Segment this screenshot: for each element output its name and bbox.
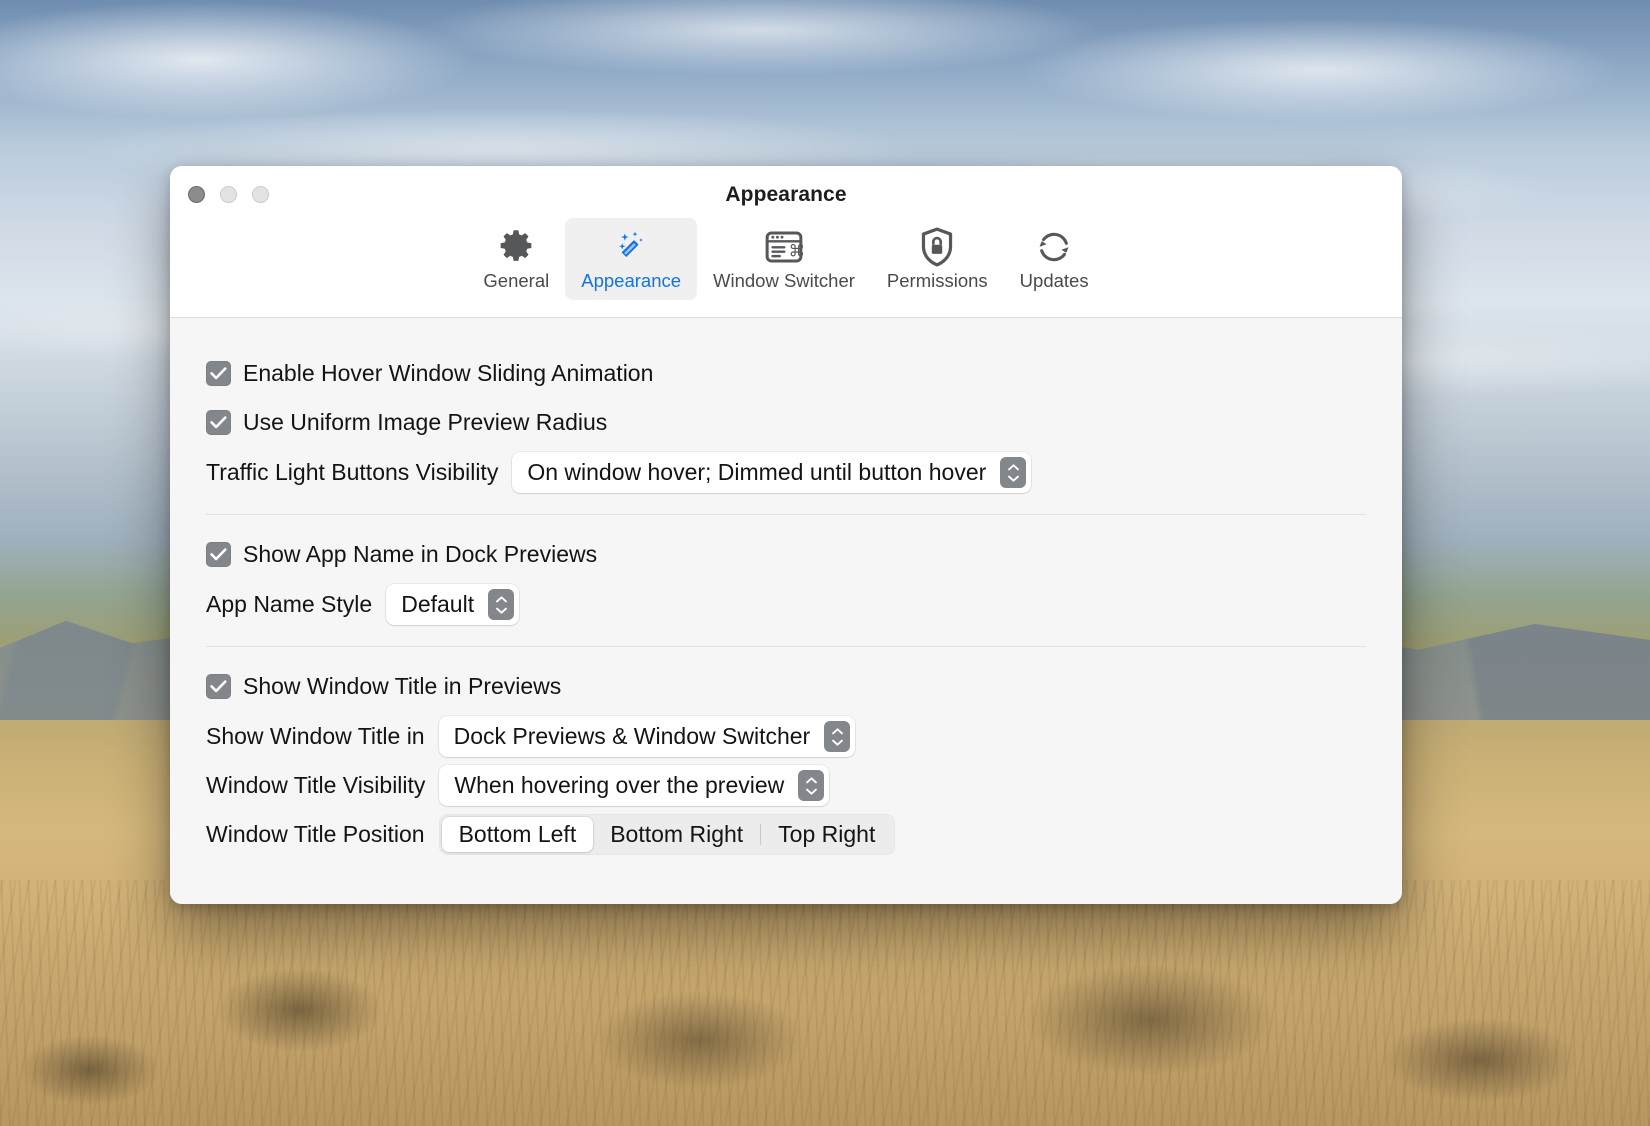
toolbar-tabs: General Appearance ⌘ Window Switcher Per… [170, 218, 1402, 300]
setting-enable-hover-window-sliding-animation[interactable]: Enable Hover Window Sliding Animation [206, 354, 1366, 392]
setting-label: Show Window Title in [206, 723, 425, 749]
segment-bottom-left[interactable]: Bottom Left [441, 817, 594, 852]
chevron-up-down-icon[interactable] [798, 770, 825, 801]
select-value: On window hover; Dimmed until button hov… [527, 459, 987, 485]
section-divider [206, 514, 1366, 515]
setting-label: App Name Style [206, 591, 373, 617]
tab-appearance-label: Appearance [581, 270, 682, 291]
setting-label: Use Uniform Image Preview Radius [243, 408, 608, 435]
window-command-icon: ⌘ [764, 227, 804, 267]
checkbox-checked-icon[interactable] [206, 360, 231, 386]
setting-label: Show Window Title in Previews [243, 672, 562, 699]
magic-wand-icon [611, 227, 651, 267]
chevron-up-down-icon[interactable] [824, 721, 851, 752]
setting-window-title-position: Window Title Position Bottom Left Bottom… [206, 814, 1366, 855]
setting-show-app-name-in-dock-previews[interactable]: Show App Name in Dock Previews [206, 535, 1366, 573]
tab-appearance[interactable]: Appearance [565, 218, 698, 300]
window-title-visibility-select[interactable]: When hovering over the preview [439, 765, 830, 806]
traffic-light-visibility-select[interactable]: On window hover; Dimmed until button hov… [512, 452, 1032, 493]
setting-show-window-title-in: Show Window Title in Dock Previews & Win… [206, 716, 1366, 757]
tab-general[interactable]: General [467, 218, 565, 300]
section-app-name: Show App Name in Dock Previews App Name … [206, 535, 1366, 625]
desert-ground [0, 880, 1650, 1126]
svg-text:⌘: ⌘ [789, 242, 804, 260]
setting-label: Show App Name in Dock Previews [243, 540, 598, 567]
setting-use-uniform-image-preview-radius[interactable]: Use Uniform Image Preview Radius [206, 403, 1366, 441]
section-hover-window: Enable Hover Window Sliding Animation Us… [206, 354, 1366, 493]
refresh-circle-icon [1034, 227, 1074, 267]
setting-app-name-style: App Name Style Default [206, 584, 1366, 625]
checkbox-checked-icon[interactable] [206, 673, 231, 699]
chevron-up-down-icon[interactable] [1000, 457, 1027, 488]
window-titlebar: Appearance General Appearance ⌘ Window S… [170, 166, 1402, 318]
section-divider [206, 646, 1366, 647]
tab-permissions[interactable]: Permissions [871, 218, 1004, 300]
chevron-up-down-icon[interactable] [488, 589, 515, 620]
section-window-title: Show Window Title in Previews Show Windo… [206, 667, 1366, 855]
checkbox-checked-icon[interactable] [206, 541, 231, 567]
window-title: Appearance [725, 183, 847, 206]
tab-window-switcher-label: Window Switcher [713, 270, 855, 291]
settings-content: Enable Hover Window Sliding Animation Us… [170, 318, 1402, 904]
window-title-position-segmented-control: Bottom Left Bottom Right Top Right [438, 814, 896, 855]
tab-window-switcher[interactable]: ⌘ Window Switcher [697, 218, 871, 300]
setting-label: Window Title Visibility [206, 772, 426, 798]
tab-permissions-label: Permissions [886, 270, 988, 291]
segment-bottom-right[interactable]: Bottom Right [593, 817, 760, 852]
shield-lock-icon [920, 227, 954, 267]
tab-general-label: General [483, 270, 550, 291]
preferences-window: Appearance General Appearance ⌘ Window S… [170, 166, 1402, 904]
setting-label: Enable Hover Window Sliding Animation [243, 359, 654, 386]
tab-updates-label: Updates [1019, 270, 1089, 291]
segment-top-right[interactable]: Top Right [761, 817, 892, 852]
show-window-title-in-select[interactable]: Dock Previews & Window Switcher [438, 716, 856, 757]
gear-icon [497, 227, 535, 267]
select-value: Default [401, 591, 475, 617]
setting-window-title-visibility: Window Title Visibility When hovering ov… [206, 765, 1366, 806]
checkbox-checked-icon[interactable] [206, 409, 231, 435]
setting-traffic-light-buttons-visibility: Traffic Light Buttons Visibility On wind… [206, 452, 1366, 493]
tab-updates[interactable]: Updates [1004, 218, 1105, 300]
app-name-style-select[interactable]: Default [386, 584, 520, 625]
select-value: When hovering over the preview [454, 772, 785, 798]
setting-show-window-title-in-previews[interactable]: Show Window Title in Previews [206, 667, 1366, 705]
setting-label: Window Title Position [206, 821, 425, 847]
setting-label: Traffic Light Buttons Visibility [206, 459, 499, 485]
select-value: Dock Previews & Window Switcher [453, 723, 811, 749]
